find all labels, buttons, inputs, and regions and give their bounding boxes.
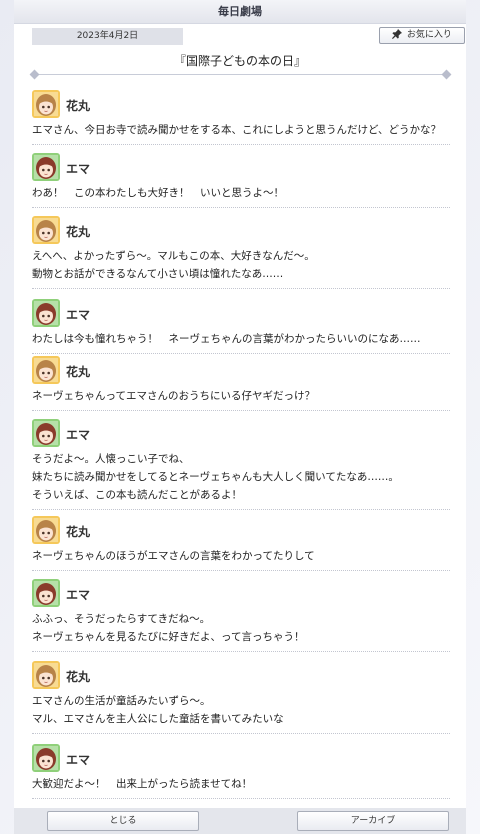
entry-divider [32,570,450,571]
entry-divider [32,410,450,411]
entry-divider [32,733,450,734]
speaker-name: エマ [66,753,91,767]
dialogue-text: ふふっ、そうだったらすてきだね～。 ネーヴェちゃんを見るたびに好きだよ、って言っ… [32,613,305,643]
entry-divider [32,509,450,510]
speaker-name: 花丸 [66,670,91,684]
speaker-name: 花丸 [66,365,91,379]
favorite-label: お気に入り [406,30,452,40]
favorite-button[interactable]: お気に入り [379,27,465,44]
avatar-emma [32,299,60,327]
speaker-name: エマ [66,162,91,176]
avatar-emma [32,744,60,772]
speaker-name: エマ [66,588,91,602]
dialogue-text: そうだよ～。人懐っこい子でね、 妹たちに読み聞かせをしてるとネーヴェちゃんも大人… [32,453,399,501]
entry-divider [32,144,450,145]
footer-bar: とじる アーカイブ [14,808,466,834]
pin-icon [392,29,407,40]
archive-button[interactable]: アーカイブ [297,811,449,831]
dialogue-text: ネーヴェちゃんのほうがエマさんの言葉をわかってたりして [32,550,315,562]
avatar-hanamaru [32,216,60,244]
entry-divider [32,651,450,652]
avatar-hanamaru [32,516,60,544]
avatar-emma [32,579,60,607]
close-button[interactable]: とじる [47,811,199,831]
speaker-name: 花丸 [66,225,91,239]
speaker-name: エマ [66,308,91,322]
speaker-name: 花丸 [66,99,91,113]
entry-divider [32,288,450,289]
header-title: 毎日劇場 [218,5,262,18]
avatar-hanamaru [32,661,60,689]
dialogue-text: 大歓迎だよ～！ 出来上がったら読ませてね！ [32,778,253,790]
title-divider [29,69,452,80]
avatar-hanamaru [32,356,60,384]
avatar-emma [32,153,60,181]
header-bar: 毎日劇場 [14,0,466,24]
speaker-name: エマ [66,428,91,442]
episode-title: 『国際子どもの本の日』 [173,54,306,68]
dialogue-text: エマさん、今日お寺で読み聞かせをする本、これにしようと思うんだけど、どうかな？ [32,124,441,136]
dialogue-text: えへへ、よかったずら～。マルもこの本、大好きなんだ～。 動物とお話ができるなんて… [32,250,315,280]
entry-divider [32,353,450,354]
dialogue-text: わあ！ この本わたしも大好き！ いいと思うよ～！ [32,187,284,199]
dialogue-text: ネーヴェちゃんってエマさんのおうちにいる仔ヤギだっけ？ [32,390,315,402]
entry-divider [32,207,450,208]
dialogue-text: わたしは今も憧れちゃう！ ネーヴェちゃんの言葉がわかったらいいのになあ…… [32,333,421,345]
avatar-hanamaru [32,90,60,118]
daily-theater-panel: 毎日劇場 2023年4月2日 お気に入り 『国際子どもの本の日』 花丸 エマさん、… [14,0,466,834]
avatar-emma [32,419,60,447]
speaker-name: 花丸 [66,525,91,539]
date-badge: 2023年4月2日 [32,28,183,45]
entry-divider [32,798,450,799]
dialogue-text: エマさんの生活が童話みたいずら～。 マル、エマさんを主人公にした童話を書いてみた… [32,695,284,725]
